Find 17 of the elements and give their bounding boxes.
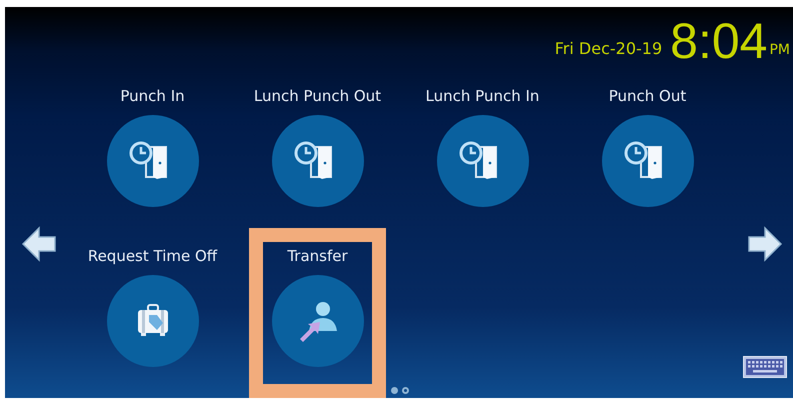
page-dot[interactable] [402,387,409,394]
right-arrow-icon [747,226,783,262]
page-dot[interactable] [391,387,398,394]
previous-page-button[interactable] [21,226,57,262]
tile-label: Punch In [119,87,186,106]
tile-label: Request Time Off [86,247,218,266]
tile-label: Lunch Punch In [424,87,540,106]
keyboard-icon [743,356,787,378]
tile-label: Lunch Punch Out [252,87,382,106]
left-arrow-icon [21,226,57,262]
keyboard-button[interactable] [743,356,787,378]
clock-meridiem: PM [769,42,790,58]
date-text: Fri Dec-20-19 [554,39,662,58]
next-page-button[interactable] [747,226,783,262]
tile-label: Transfer [286,247,349,266]
clock-time: 8:04 [670,16,768,66]
tile-label: Punch Out [608,87,688,106]
